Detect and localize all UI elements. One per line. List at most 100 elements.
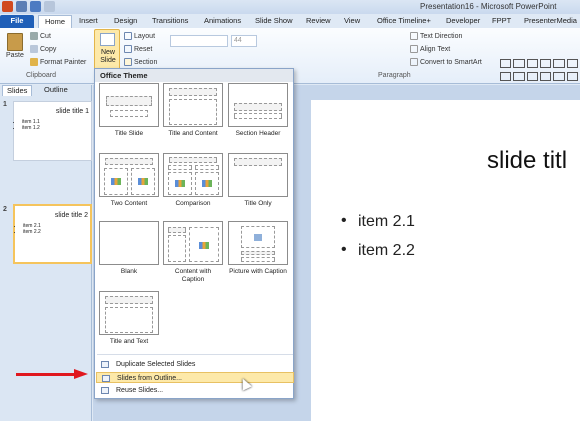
align-text-icon [410,45,418,53]
reset-icon [124,45,132,53]
tab-design[interactable]: Design [114,15,137,28]
redo-icon[interactable] [44,1,55,12]
content-icons [111,178,121,185]
reuse-slides-item[interactable]: Reuse Slides... [96,385,294,396]
slide-canvas[interactable]: slide titl item 2.1 item 2.2 [311,100,580,421]
content-icons [199,242,209,249]
brush-icon [30,58,38,66]
layout-title-slide[interactable]: Title Slide [99,83,159,138]
shape-icon[interactable] [500,59,512,68]
slide-bullet: item 2.1 [341,212,415,231]
layout-blank[interactable]: Blank [99,221,159,276]
placeholder [169,99,217,125]
cut-button[interactable]: Cut [30,32,51,40]
copy-icon [30,45,38,53]
powerpoint-logo-icon[interactable] [2,1,13,12]
menu-separator [97,354,293,355]
tab-slide-show[interactable]: Slide Show [255,15,293,28]
paragraph-group-label: Paragraph [378,72,411,79]
outline-icon [102,375,110,382]
tab-review[interactable]: Review [306,15,331,28]
placeholder [168,165,192,170]
placeholder [168,227,186,233]
slide-title[interactable]: slide titl [487,147,567,175]
tab-view[interactable]: View [344,15,360,28]
tab-transitions[interactable]: Transitions [152,15,188,28]
duplicate-selected-slides-item[interactable]: Duplicate Selected Slides [96,359,294,370]
thumbnail-bullet: item 2.2 [23,229,41,235]
slide-thumbnail-2[interactable]: slide title 2 item 2.1 item 2.2 [13,204,92,264]
duplicate-icon [101,361,109,368]
shape-icon[interactable] [566,72,578,82]
shape-icon[interactable] [526,72,538,82]
paste-button[interactable]: Paste [6,33,24,59]
undo-icon[interactable] [30,1,41,12]
tab-insert[interactable]: Insert [79,15,98,28]
tab-home[interactable]: Home [38,15,73,28]
placeholder [105,158,153,165]
layout-icon [124,32,132,40]
tab-presentermedia[interactable]: PresenterMedia [524,15,577,28]
tab-animations[interactable]: Animations [204,15,241,28]
shape-icon[interactable] [513,72,525,82]
thumbnail-bullets: item 1.1 item 1.2 [22,119,40,131]
title-bar: Presentation16 - Microsoft PowerPoint [0,0,580,14]
new-slide-label: New Slide [100,49,116,64]
text-direction-button[interactable]: Text Direction [410,32,462,40]
layout-thumbnail [228,153,288,197]
layout-thumbnail [163,221,223,265]
shape-icon[interactable] [553,59,565,68]
layout-content-with-caption[interactable]: Content with Caption [163,221,223,284]
layout-button[interactable]: Layout [124,32,155,40]
save-icon[interactable] [16,1,27,12]
slide-bullets[interactable]: item 2.1 item 2.2 [341,212,415,271]
shape-icon[interactable] [500,72,512,82]
slide-thumbnail-1[interactable]: slide title 1 item 1.1 item 1.2 [13,101,92,161]
shape-icon[interactable] [539,72,552,82]
new-slide-button[interactable]: New Slide [94,29,120,71]
shape-icon[interactable] [539,59,552,68]
tab-slides[interactable]: Slides [2,85,33,96]
tab-fppt[interactable]: FPPT [492,15,511,28]
tab-developer[interactable]: Developer [446,15,480,28]
layout-thumbnail [163,83,223,127]
font-size-box[interactable]: 44 [231,35,257,47]
layout-label: Content with Caption [174,268,212,283]
tab-office-timeline[interactable]: Office Timeline+ [377,15,431,28]
font-name-box[interactable] [170,35,228,47]
picture-icon [254,234,262,241]
layout-title-only[interactable]: Title Only [228,153,288,208]
thumbnail-title: slide title 2 [54,212,88,219]
layout-title-and-content[interactable]: Title and Content [163,83,223,138]
tab-outline[interactable]: Outline [40,85,72,96]
layout-label: Title and Text [109,338,149,345]
placeholder [169,88,217,96]
content-icons [138,178,148,185]
section-button[interactable]: Section [124,58,157,66]
layout-label: Section Header [235,130,281,137]
placeholder [168,172,192,195]
layout-picture-with-caption[interactable]: Picture with Caption [228,221,288,276]
align-text-button[interactable]: Align Text [410,45,450,53]
convert-smartart-button[interactable]: Convert to SmartArt [410,58,482,66]
shape-icon[interactable] [553,72,565,82]
placeholder [189,227,219,262]
slides-from-outline-item[interactable]: Slides from Outline... [96,372,294,383]
placeholder [104,168,128,195]
layout-two-content[interactable]: Two Content [99,153,159,208]
layout-label: Title and Content [168,130,218,137]
layout-title-and-text[interactable]: Title and Text [99,291,159,346]
layout-label: Comparison [175,200,211,207]
layout-section-header[interactable]: Section Header [228,83,288,138]
format-painter-button[interactable]: Format Painter [30,58,86,66]
tab-file[interactable]: File [0,15,34,28]
shape-icon[interactable] [513,59,525,68]
placeholder [169,157,217,163]
layout-thumbnail [228,221,288,265]
shape-icon[interactable] [566,59,578,68]
placeholder [106,96,152,106]
copy-button[interactable]: Copy [30,45,56,53]
shape-icon[interactable] [526,59,538,68]
reset-button[interactable]: Reset [124,45,152,53]
layout-comparison[interactable]: Comparison [163,153,223,208]
